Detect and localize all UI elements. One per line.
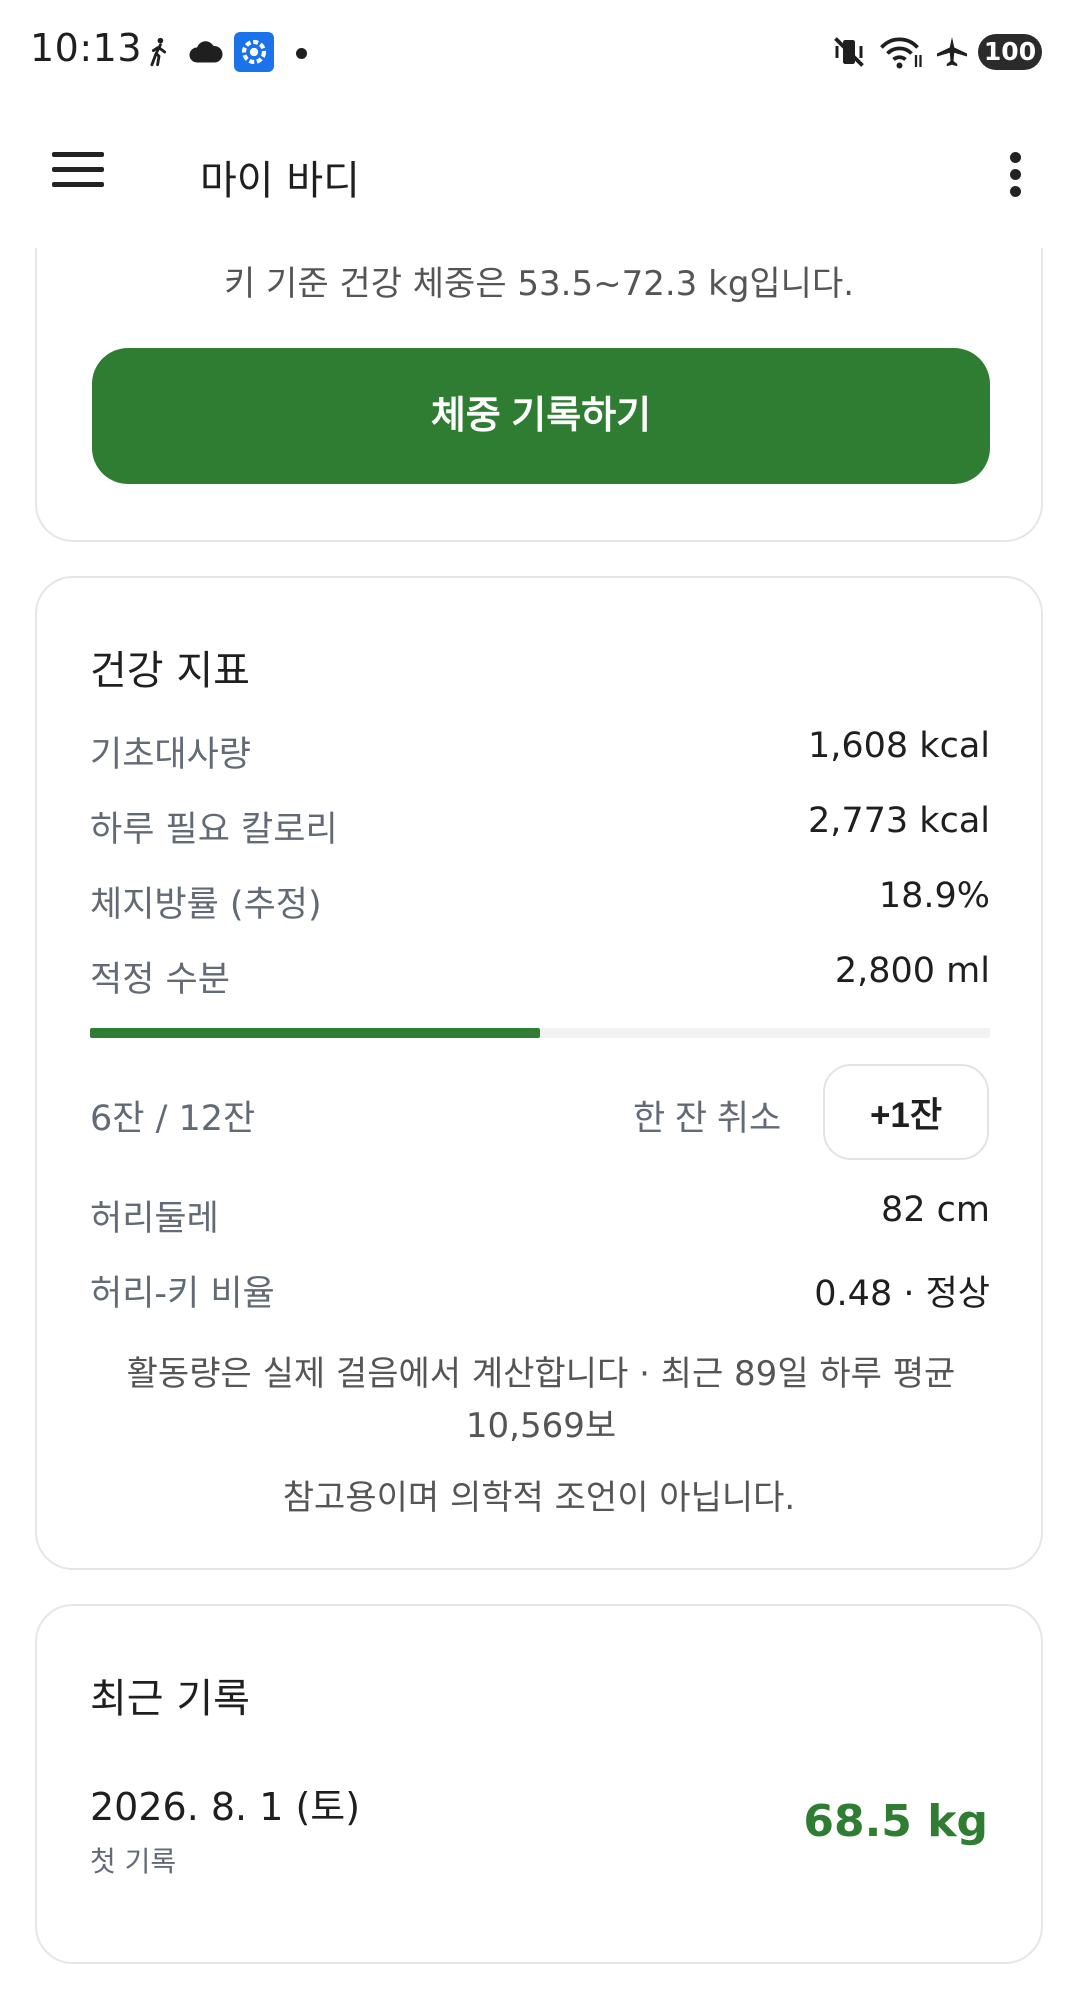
metric-label: 기초대사량	[90, 735, 252, 775]
undo-cup-button[interactable]: 한 잔 취소	[633, 1090, 781, 1141]
airplane-icon	[937, 37, 967, 67]
record-note: 첫 기록	[90, 1845, 177, 1878]
metric-row-body-fat: 체지방률 (추정) 18.9%	[90, 876, 990, 926]
more-vert-icon[interactable]	[996, 144, 1036, 204]
metric-value: 2,773 kcal	[807, 801, 990, 841]
app-screen: 10:13 100 마이 바디 키 기준 건강 체중은 53.5~72.3 kg…	[0, 0, 1080, 2013]
metric-row-water: 적정 수분 2,800 ml	[90, 951, 990, 1001]
recent-records-card: 최근 기록 2026. 8. 1 (토) 첫 기록 68.5 kg	[35, 1604, 1043, 1964]
status-time: 10:13	[30, 26, 143, 70]
metric-row-bmr: 기초대사량 1,608 kcal	[90, 726, 990, 776]
metric-value: 1,608 kcal	[807, 726, 990, 766]
metric-value: 18.9%	[878, 876, 990, 916]
metric-label: 적정 수분	[90, 960, 230, 1000]
health-card-title: 건강 지표	[90, 648, 250, 694]
vibrate-off-icon	[834, 37, 864, 67]
disclaimer-text: 참고용이며 의학적 조언이 아닙니다.	[282, 1478, 796, 1518]
metric-row-waist-height-ratio: 허리-키 비율 0.48 · 정상	[90, 1265, 990, 1315]
app-title: 마이 바디	[200, 158, 360, 204]
metric-value: 0.48 · 정상	[814, 1274, 990, 1314]
metric-value: 82 cm	[881, 1190, 990, 1230]
recent-card-title: 최근 기록	[90, 1676, 250, 1722]
wifi-icon	[880, 37, 922, 69]
battery-icon: 100	[978, 34, 1042, 70]
record-weight-button[interactable]: 체중 기록하기	[92, 348, 990, 484]
walking-icon	[150, 37, 167, 67]
record-date: 2026. 8. 1 (토)	[90, 1785, 361, 1829]
metric-value: 2,800 ml	[834, 951, 990, 991]
water-progress-fill	[90, 1028, 540, 1038]
water-progress-bar	[90, 1028, 990, 1038]
water-cups-count: 6잔 / 12잔	[90, 1099, 256, 1139]
record-weight: 68.5 kg	[803, 1796, 988, 1847]
metric-label: 체지방률 (추정)	[90, 885, 322, 925]
metric-label: 허리둘레	[90, 1199, 219, 1239]
notification-dot	[296, 48, 307, 59]
metric-label: 하루 필요 칼로리	[90, 810, 338, 850]
metric-label: 허리-키 비율	[90, 1274, 275, 1314]
metric-row-daily-calories: 하루 필요 칼로리 2,773 kcal	[90, 801, 990, 851]
health-metrics-card: 건강 지표 기초대사량 1,608 kcal 하루 필요 칼로리 2,773 k…	[35, 576, 1043, 1570]
settings-icon	[234, 32, 274, 72]
status-bar: 10:13 100	[0, 0, 1080, 104]
cloud-icon	[189, 41, 223, 63]
hamburger-menu-icon[interactable]	[50, 150, 106, 190]
activity-note: 활동량은 실제 걸음에서 계산합니다 · 최근 89일 하루 평균 10,569…	[126, 1354, 956, 1446]
healthy-weight-range: 키 기준 건강 체중은 53.5~72.3 kg입니다.	[223, 264, 855, 304]
metric-row-waist: 허리둘레 82 cm	[90, 1190, 990, 1240]
app-bar: 마이 바디	[0, 104, 1080, 248]
add-cup-button[interactable]: +1잔	[823, 1064, 989, 1160]
weight-card: 키 기준 건강 체중은 53.5~72.3 kg입니다. 체중 기록하기	[35, 200, 1043, 542]
